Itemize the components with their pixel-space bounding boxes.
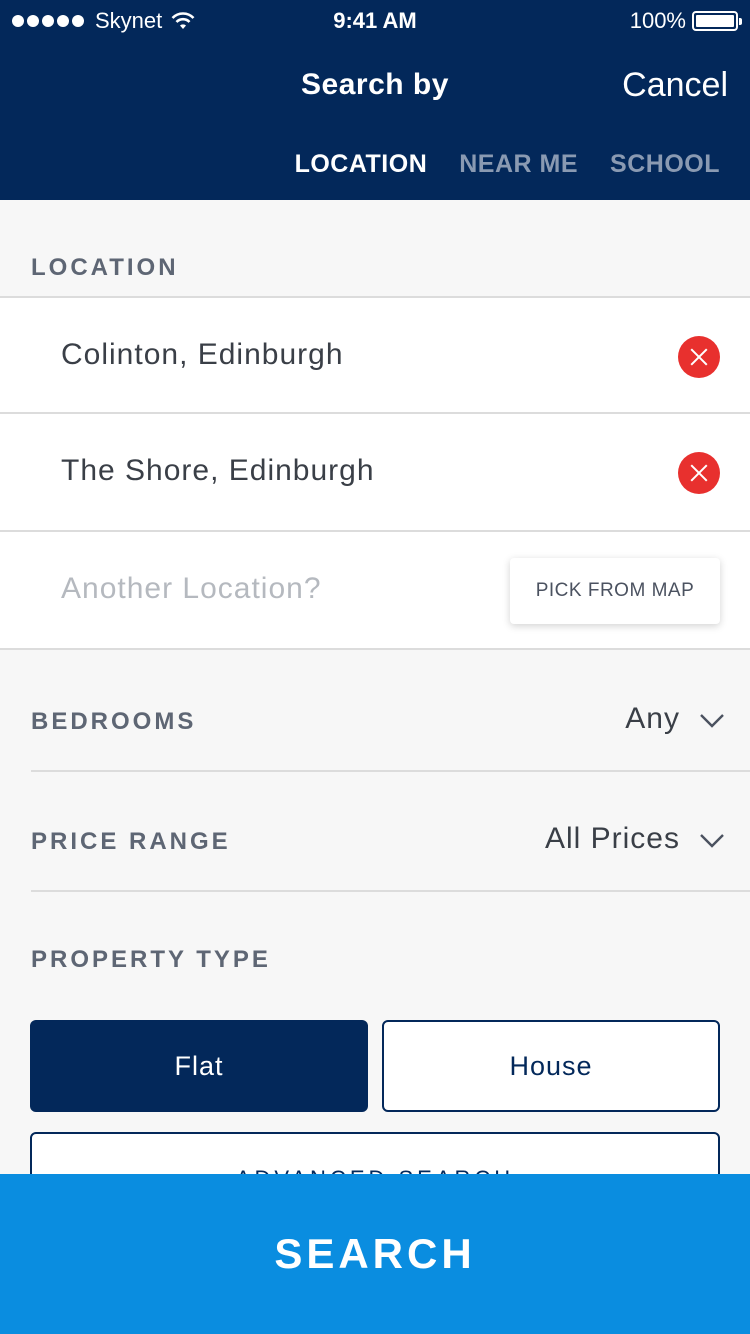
bedrooms-select[interactable]: Any bbox=[625, 702, 680, 736]
search-mode-tabs: LOCATION NEAR ME SCHOOL bbox=[263, 150, 720, 179]
battery-percent: 100% bbox=[629, 8, 686, 33]
location-item: Colinton, Edinburgh bbox=[0, 296, 750, 414]
bedrooms-row[interactable]: BEDROOMS Any bbox=[31, 652, 750, 772]
tab-school[interactable]: SCHOOL bbox=[610, 150, 720, 179]
property-type-house-button[interactable]: House bbox=[382, 1020, 720, 1112]
price-range-label: PRICE RANGE bbox=[31, 828, 231, 855]
header: Skynet 9:41 AM 100% Search by Cancel LOC… bbox=[0, 0, 750, 200]
remove-location-button[interactable] bbox=[678, 336, 720, 378]
status-bar: Skynet 9:41 AM 100% bbox=[0, 0, 750, 40]
bedrooms-label: BEDROOMS bbox=[31, 708, 197, 735]
remove-location-button[interactable] bbox=[678, 452, 720, 494]
another-location-row: Another Location? PICK FROM MAP bbox=[0, 532, 750, 650]
search-button[interactable]: SEARCH bbox=[0, 1174, 750, 1334]
tab-near-me[interactable]: NEAR ME bbox=[459, 150, 578, 179]
location-item-text: Colinton, Edinburgh bbox=[61, 338, 344, 371]
price-range-row[interactable]: PRICE RANGE All Prices bbox=[31, 772, 750, 892]
cancel-button[interactable]: Cancel bbox=[622, 66, 728, 105]
tab-location[interactable]: LOCATION bbox=[295, 150, 428, 179]
battery-icon bbox=[692, 11, 742, 31]
property-type-label: PROPERTY TYPE bbox=[31, 946, 271, 973]
battery-indicator: 100% bbox=[629, 8, 742, 34]
pick-from-map-button[interactable]: PICK FROM MAP bbox=[510, 558, 720, 624]
location-section-label: LOCATION bbox=[31, 254, 179, 281]
price-range-select[interactable]: All Prices bbox=[545, 822, 680, 856]
location-item: The Shore, Edinburgh bbox=[0, 414, 750, 532]
location-item-text: The Shore, Edinburgh bbox=[61, 454, 375, 487]
another-location-input[interactable]: Another Location? bbox=[61, 572, 322, 606]
chevron-down-icon[interactable] bbox=[700, 708, 724, 732]
chevron-down-icon[interactable] bbox=[700, 828, 724, 852]
property-type-flat-button[interactable]: Flat bbox=[30, 1020, 368, 1112]
